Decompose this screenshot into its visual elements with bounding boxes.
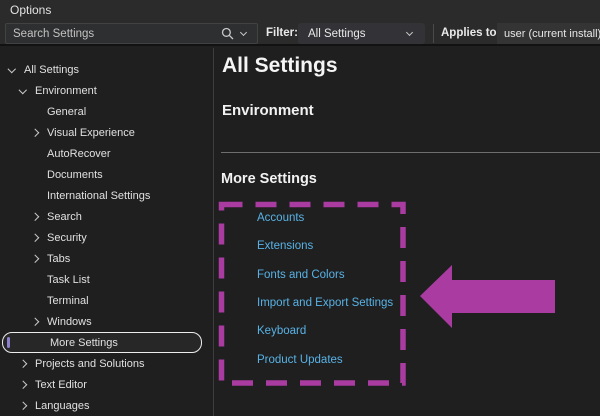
dialog-header: Options Filter: All Settings Applies to:…	[0, 0, 600, 46]
tree-item[interactable]: Text Editor	[0, 374, 213, 395]
tree-item[interactable]: Tabs	[0, 248, 213, 269]
tree-item-label: Task List	[47, 274, 90, 286]
search-settings-box[interactable]	[5, 23, 258, 44]
search-settings-input[interactable]	[6, 28, 219, 40]
tree-chevron-icon[interactable]	[32, 256, 47, 262]
arrow-annotation	[420, 265, 555, 328]
tree-item[interactable]: Security	[0, 227, 213, 248]
filter-dropdown[interactable]: All Settings	[298, 23, 425, 44]
tree-chevron-icon[interactable]	[20, 382, 35, 388]
tree-item[interactable]: More Settings	[2, 332, 202, 353]
tree-item[interactable]: Terminal	[0, 290, 213, 311]
tree-chevron-icon[interactable]	[32, 235, 47, 241]
tree-item-label: Search	[47, 211, 82, 223]
section-heading-environment: Environment	[222, 102, 314, 119]
tree-item-label: Tabs	[47, 253, 70, 265]
link-row: Product Updates	[257, 345, 393, 373]
tree-item[interactable]: International Settings	[0, 185, 213, 206]
section-heading-more-settings: More Settings	[221, 171, 317, 187]
tree-item[interactable]: General	[0, 101, 213, 122]
applies-to-label: Applies to:	[441, 27, 500, 39]
tree-item[interactable]: Languages	[0, 395, 213, 416]
tree-item-label: Windows	[47, 316, 92, 328]
toolbar-separator	[433, 24, 434, 43]
settings-link[interactable]: Product Updates	[257, 354, 343, 366]
tree-item[interactable]: Projects and Solutions	[0, 353, 213, 374]
sidebar-divider	[213, 48, 214, 416]
tree-item-label: Terminal	[47, 295, 89, 307]
tree-chevron-icon[interactable]	[20, 361, 35, 367]
tree-chevron-icon[interactable]	[20, 403, 35, 409]
tree-item-label: General	[47, 106, 86, 118]
tree-item[interactable]: Windows	[0, 311, 213, 332]
tree-item-label: Text Editor	[35, 379, 87, 391]
link-row: Extensions	[257, 232, 393, 260]
search-dropdown-chevron-icon[interactable]	[235, 25, 251, 43]
tree-item[interactable]: Documents	[0, 164, 213, 185]
settings-link[interactable]: Keyboard	[257, 325, 306, 337]
tree-item-label: Languages	[35, 400, 89, 412]
options-dialog: { "window": { "title": "Options" }, "too…	[0, 0, 600, 416]
tree-item-label: International Settings	[47, 190, 150, 202]
link-row: Accounts	[257, 204, 393, 232]
tree-item[interactable]: Task List	[0, 269, 213, 290]
settings-link[interactable]: Accounts	[257, 212, 304, 224]
tree-item-label: Environment	[35, 85, 97, 97]
link-row: Keyboard	[257, 317, 393, 345]
settings-tree: All Settings Environment General Visual …	[0, 48, 213, 416]
filter-label: Filter:	[266, 27, 298, 39]
tree-item-label: Projects and Solutions	[35, 358, 144, 370]
tree-item[interactable]: Search	[0, 206, 213, 227]
more-settings-links: Accounts Extensions Fonts and Colors Imp…	[257, 204, 393, 374]
page-title: All Settings	[222, 54, 338, 78]
link-row: Fonts and Colors	[257, 261, 393, 289]
tree-item-label: Visual Experience	[47, 127, 135, 139]
tree-item-label: Documents	[47, 169, 103, 181]
search-icon[interactable]	[219, 25, 235, 43]
tree-item-label: All Settings	[24, 64, 79, 76]
tree-item-label: AutoRecover	[47, 148, 111, 160]
settings-link[interactable]: Extensions	[257, 240, 313, 252]
tree-item[interactable]: AutoRecover	[0, 143, 213, 164]
tree-chevron-icon[interactable]	[9, 68, 24, 72]
link-row: Import and Export Settings	[257, 289, 393, 317]
tree-item-label: More Settings	[50, 337, 118, 349]
section-divider	[221, 152, 600, 153]
tree-item[interactable]: Visual Experience	[0, 122, 213, 143]
settings-link[interactable]: Import and Export Settings	[257, 297, 393, 309]
applies-to-value: user (current install)	[497, 23, 600, 44]
tree-chevron-icon[interactable]	[32, 319, 47, 325]
tree-item[interactable]: Environment	[0, 80, 213, 101]
tree-item[interactable]: All Settings	[0, 59, 213, 80]
chevron-down-icon	[401, 25, 417, 43]
tree-item-label: Security	[47, 232, 87, 244]
filter-dropdown-value: All Settings	[308, 28, 401, 40]
tree-chevron-icon[interactable]	[32, 214, 47, 220]
tree-chevron-icon[interactable]	[32, 130, 47, 136]
dialog-title: Options	[10, 3, 51, 17]
settings-link[interactable]: Fonts and Colors	[257, 269, 345, 281]
tree-chevron-icon[interactable]	[20, 89, 35, 93]
